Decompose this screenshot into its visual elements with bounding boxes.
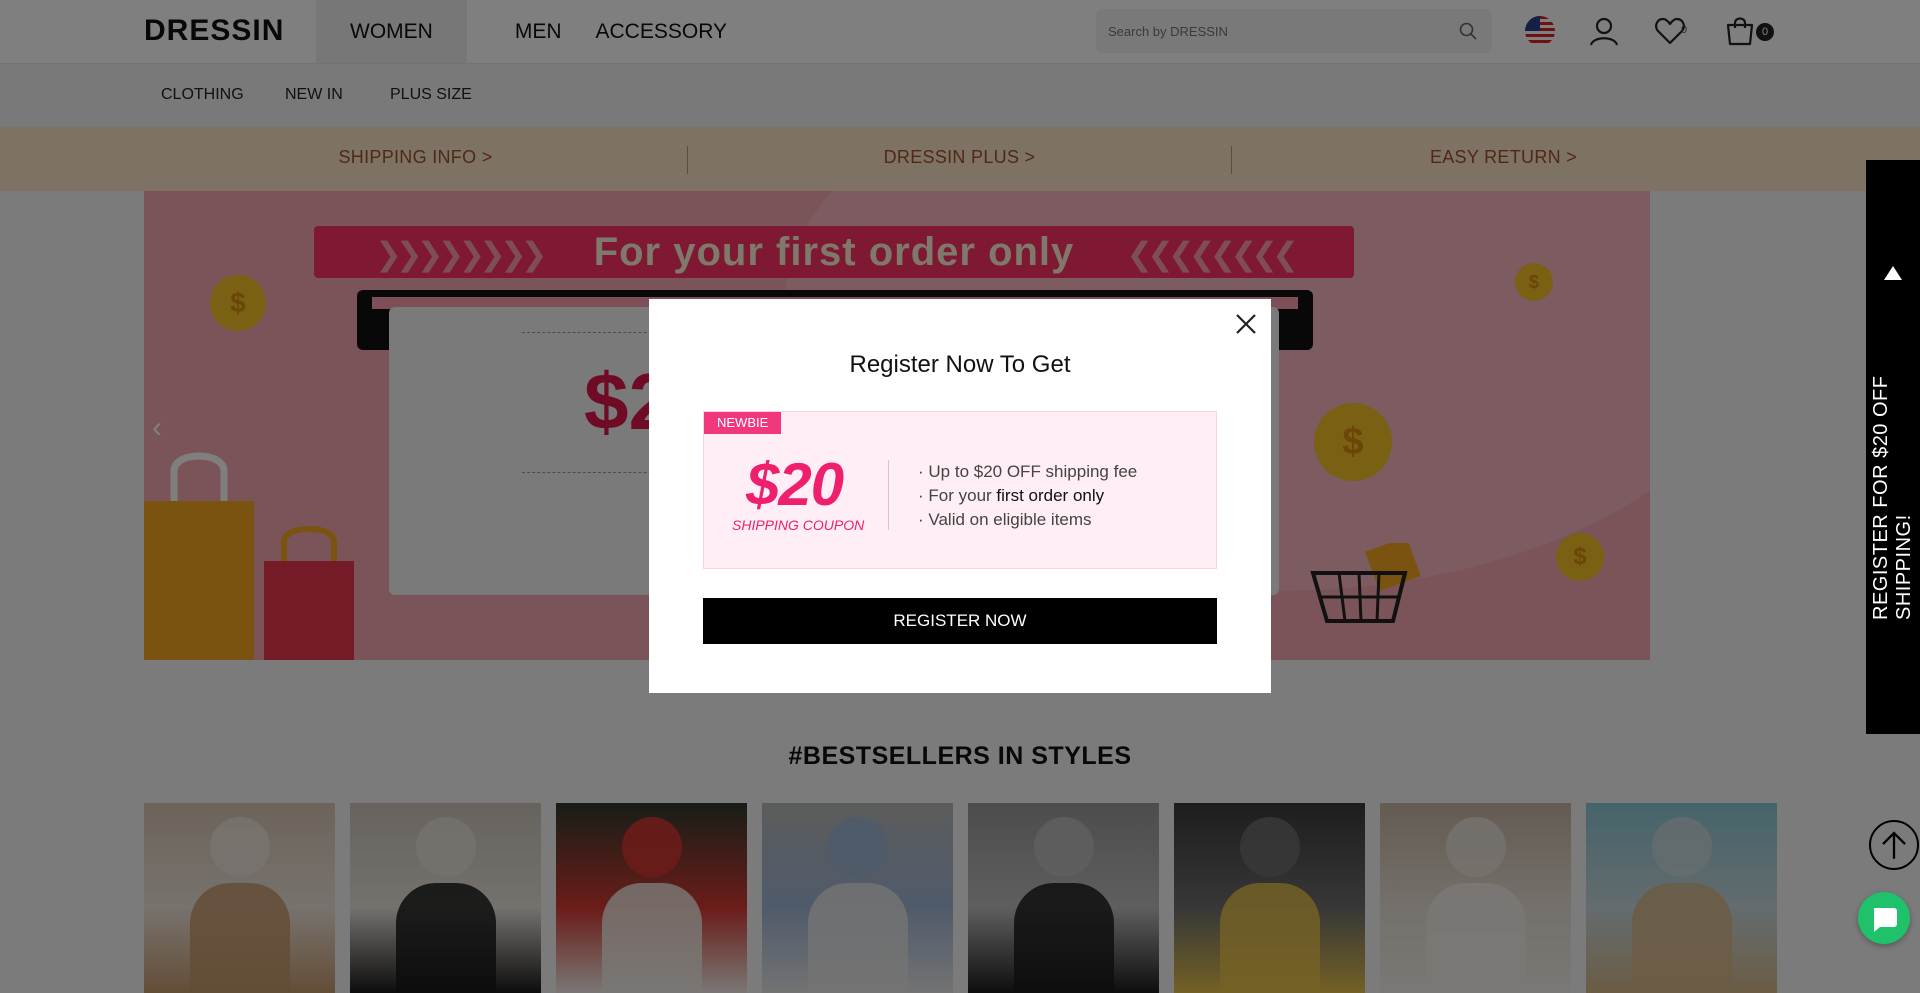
side-tab-label: REGISTER FOR $20 OFF SHIPPING! — [1870, 375, 1915, 620]
coupon-divider — [888, 460, 889, 530]
coupon-subtitle: SHIPPING COUPON — [732, 517, 865, 533]
chat-button[interactable] — [1858, 892, 1910, 944]
triangle-up-icon — [1884, 266, 1902, 280]
chat-bubble-icon — [1874, 908, 1897, 932]
register-modal: Register Now To Get NEWBIE $20 SHIPPING … — [649, 299, 1271, 693]
coupon-amount: $20 — [746, 451, 844, 518]
coupon-perks: · Up to $20 OFF shipping fee · For your … — [918, 460, 1137, 532]
register-now-button[interactable]: REGISTER NOW — [703, 598, 1217, 644]
register-side-tab[interactable]: REGISTER FOR $20 OFF SHIPPING! — [1866, 160, 1920, 734]
newbie-badge: NEWBIE — [704, 412, 782, 434]
close-icon[interactable] — [1233, 311, 1259, 337]
shipping-coupon-card: NEWBIE $20 SHIPPING COUPON · Up to $20 O… — [703, 411, 1217, 569]
perk-item: · Valid on eligible items — [918, 510, 1092, 529]
perk-item: · Up to $20 OFF shipping fee — [918, 462, 1138, 481]
perk-item: · For your first order only — [918, 486, 1105, 505]
back-to-top-icon[interactable] — [1869, 820, 1919, 870]
modal-title: Register Now To Get — [849, 351, 1071, 378]
